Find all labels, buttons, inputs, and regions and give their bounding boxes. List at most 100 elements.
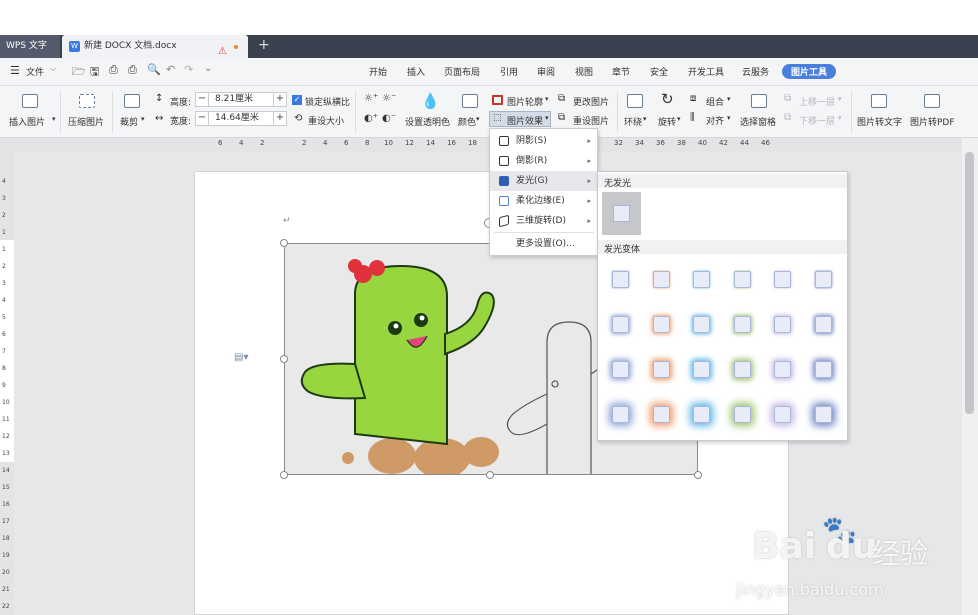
align-button[interactable]: 对齐 bbox=[706, 114, 724, 127]
resize-handle-top-left[interactable] bbox=[280, 239, 288, 247]
glow-variant-option[interactable] bbox=[612, 406, 629, 423]
menu-item-glow[interactable]: 发光(G) ▸ bbox=[490, 171, 597, 191]
picture-effects-button[interactable]: ⬚ 图片效果 ▾ bbox=[489, 111, 551, 127]
menu-references[interactable]: 引用 bbox=[500, 65, 518, 78]
bring-forward-icon[interactable]: ⧉ bbox=[784, 93, 791, 104]
change-image-icon[interactable]: ⧉ bbox=[558, 93, 565, 104]
outline-icon[interactable] bbox=[492, 95, 503, 105]
layout-options-icon[interactable]: ▤▾ bbox=[234, 352, 248, 363]
print-icon[interactable]: ⎙ bbox=[128, 63, 137, 77]
no-glow-option[interactable] bbox=[602, 192, 641, 235]
bring-forward-button[interactable]: 上移一层 bbox=[799, 95, 835, 108]
glow-variant-option[interactable] bbox=[612, 361, 629, 378]
menu-page-layout[interactable]: 页面布局 bbox=[444, 65, 480, 78]
contrast-up-icon[interactable]: ◐⁺ bbox=[364, 113, 378, 124]
redo-icon[interactable]: ↷ bbox=[184, 63, 193, 76]
height-increase-button[interactable]: + bbox=[273, 93, 286, 106]
height-decrease-button[interactable]: − bbox=[196, 93, 209, 106]
menu-developer[interactable]: 开发工具 bbox=[688, 65, 724, 78]
change-image-button[interactable]: 更改图片 bbox=[573, 95, 609, 108]
glow-variant-option[interactable] bbox=[733, 361, 751, 378]
tab-document[interactable]: W 新建 DOCX 文档.docx ⚠ bbox=[62, 35, 248, 58]
glow-variant-option[interactable] bbox=[774, 316, 791, 333]
send-backward-icon[interactable]: ⧉ bbox=[784, 112, 791, 123]
image-to-pdf-button[interactable]: 图片转PDF bbox=[910, 115, 955, 128]
send-backward-dropdown-icon[interactable]: ▾ bbox=[838, 114, 842, 122]
height-input[interactable]: 8.21厘米 bbox=[215, 93, 253, 106]
width-stepper[interactable]: − 14.64厘米 + bbox=[195, 111, 287, 126]
resize-handle-left[interactable] bbox=[280, 355, 288, 363]
crop-icon[interactable] bbox=[124, 94, 140, 108]
hamburger-menu-icon[interactable]: ☰ bbox=[10, 64, 20, 77]
glow-variant-option[interactable] bbox=[733, 316, 751, 333]
width-input[interactable]: 14.64厘米 bbox=[215, 112, 259, 125]
scrollbar-thumb[interactable] bbox=[965, 152, 974, 414]
color-icon[interactable] bbox=[462, 94, 478, 108]
wrap-icon[interactable] bbox=[627, 94, 643, 108]
set-transparent-button[interactable]: 设置透明色 bbox=[405, 115, 450, 128]
resize-handle-bottom[interactable] bbox=[486, 471, 494, 479]
print-preview-icon[interactable]: 🔍 bbox=[147, 63, 161, 76]
open-folder-icon[interactable]: 🗁 bbox=[72, 63, 86, 82]
glow-variant-option[interactable] bbox=[774, 361, 791, 378]
glow-variant-option[interactable] bbox=[652, 361, 670, 378]
vertical-ruler[interactable]: 4 3 2 1 1 2 3 4 5 6 7 8 9 10 11 12 13 14 15 16 17 18 19 20 21 22 bbox=[0, 152, 14, 615]
picture-outline-button[interactable]: 图片轮廓 bbox=[507, 95, 543, 108]
glow-variant-option[interactable] bbox=[814, 406, 832, 423]
reset-image-icon[interactable]: ⧉ bbox=[558, 112, 565, 123]
glow-variant-option[interactable] bbox=[774, 406, 791, 423]
quick-access-dropdown-icon[interactable]: ⌄ bbox=[204, 63, 212, 74]
height-stepper[interactable]: − 8.21厘米 + bbox=[195, 92, 287, 107]
glow-variant-option[interactable] bbox=[693, 361, 710, 378]
to-text-icon[interactable] bbox=[871, 94, 887, 108]
group-dropdown-icon[interactable]: ▾ bbox=[727, 95, 731, 103]
compress-image-button[interactable]: 压缩图片 bbox=[68, 115, 104, 128]
resize-handle-bottom-right[interactable] bbox=[694, 471, 702, 479]
glow-variant-option[interactable] bbox=[814, 271, 832, 288]
glow-variant-option[interactable] bbox=[733, 406, 751, 423]
rotate-button[interactable]: 旋转 bbox=[658, 115, 676, 128]
export-pdf-icon[interactable]: ⎙ bbox=[109, 63, 118, 77]
width-increase-button[interactable]: + bbox=[273, 112, 286, 125]
tab-wps-writer[interactable]: WPS 文字 bbox=[0, 35, 60, 58]
outline-dropdown-icon[interactable]: ▾ bbox=[545, 95, 549, 103]
glow-variant-option[interactable] bbox=[693, 406, 710, 423]
menu-start[interactable]: 开始 bbox=[369, 65, 387, 78]
menu-picture-tools[interactable]: 图片工具 bbox=[782, 64, 837, 79]
bring-forward-dropdown-icon[interactable]: ▾ bbox=[838, 95, 842, 103]
lock-ratio-checkbox[interactable]: ✓ bbox=[292, 95, 302, 105]
glow-variant-option[interactable] bbox=[652, 316, 670, 333]
glow-variant-option[interactable] bbox=[814, 361, 832, 378]
width-decrease-button[interactable]: − bbox=[196, 112, 209, 125]
insert-image-button[interactable]: 插入图片 bbox=[9, 115, 45, 128]
select-pane-icon[interactable] bbox=[751, 94, 767, 108]
glow-variant-option[interactable] bbox=[733, 271, 751, 288]
menu-security[interactable]: 安全 bbox=[650, 65, 668, 78]
group-icon[interactable]: ⧈ bbox=[690, 93, 696, 104]
save-icon[interactable]: 🖫 bbox=[90, 63, 99, 82]
menu-item-more-settings[interactable]: 更多设置(O)... bbox=[490, 234, 597, 254]
chevron-down-icon[interactable]: ⌵ bbox=[50, 64, 56, 74]
undo-icon[interactable]: ↶ bbox=[166, 63, 175, 76]
menu-insert[interactable]: 插入 bbox=[407, 65, 425, 78]
brightness-up-icon[interactable]: ☼⁺ bbox=[364, 93, 378, 104]
glow-variant-option[interactable] bbox=[774, 271, 791, 288]
new-tab-icon[interactable]: + bbox=[258, 37, 270, 53]
menu-item-reflection[interactable]: 倒影(R) ▸ bbox=[490, 151, 597, 171]
rotate-dropdown-icon[interactable]: ▾ bbox=[677, 115, 681, 123]
glow-variant-option[interactable] bbox=[693, 271, 710, 288]
lock-ratio-label[interactable]: 锁定纵横比 bbox=[305, 95, 350, 108]
glow-variant-option[interactable] bbox=[814, 316, 832, 333]
file-menu[interactable]: 文件 bbox=[26, 65, 44, 78]
align-dropdown-icon[interactable]: ▾ bbox=[727, 114, 731, 122]
glow-variant-option[interactable] bbox=[612, 316, 629, 333]
menu-cloud[interactable]: 云服务 bbox=[742, 65, 769, 78]
contrast-down-icon[interactable]: ◐⁻ bbox=[382, 113, 396, 124]
group-button[interactable]: 组合 bbox=[706, 95, 724, 108]
color-button[interactable]: 颜色 bbox=[458, 115, 476, 128]
reset-image-button[interactable]: 重设图片 bbox=[573, 114, 609, 127]
menu-item-shadow[interactable]: 阴影(S) ▸ bbox=[490, 131, 597, 151]
rotate-icon[interactable]: ↻ bbox=[661, 90, 674, 108]
glow-variant-option[interactable] bbox=[652, 406, 670, 423]
compress-image-icon[interactable] bbox=[79, 94, 95, 108]
